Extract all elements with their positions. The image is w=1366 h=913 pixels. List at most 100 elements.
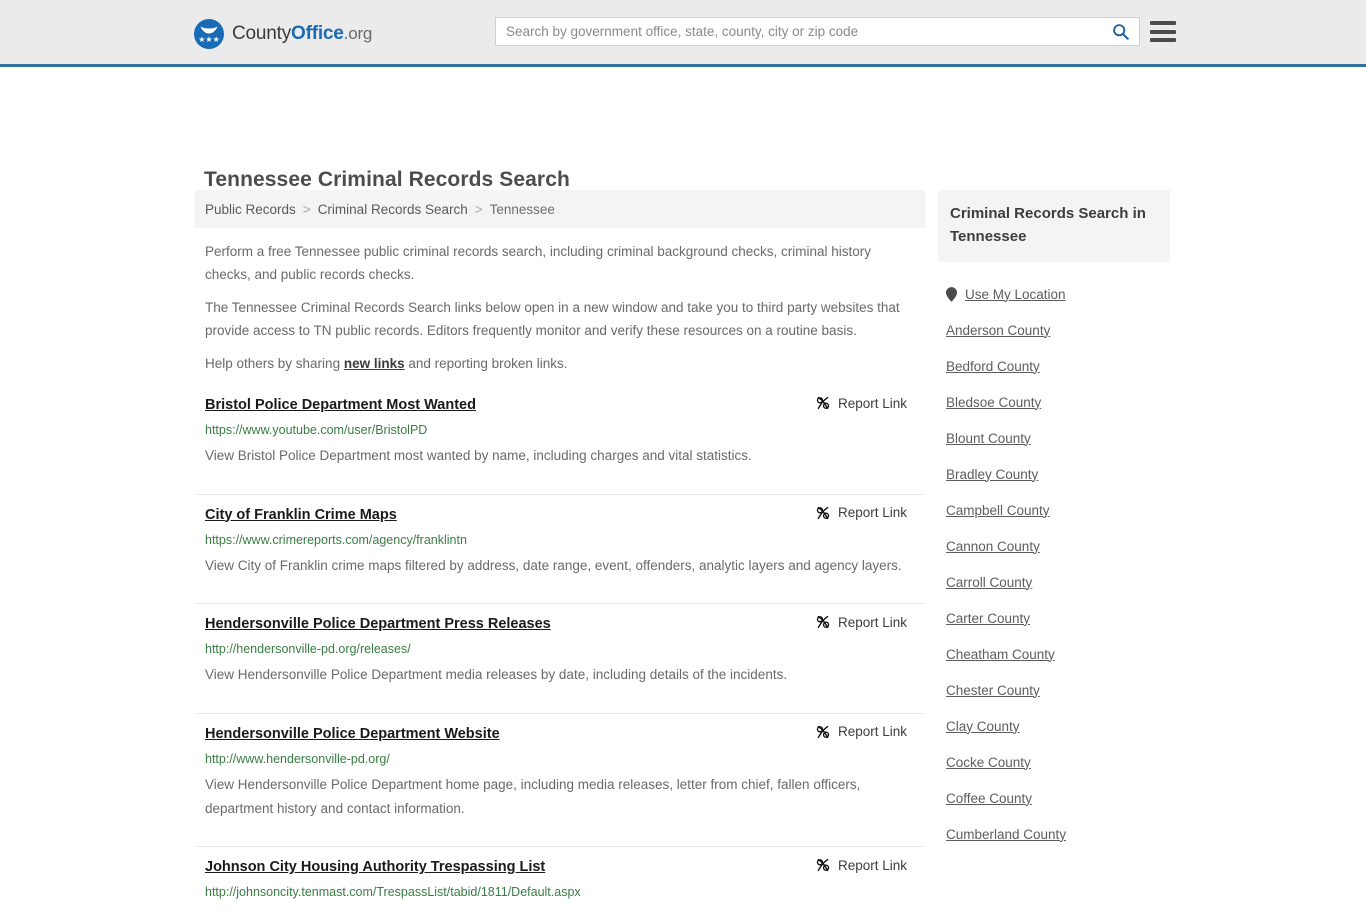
menu-bar-1 [1150, 21, 1176, 25]
result-header: Johnson City Housing Authority Trespassi… [205, 857, 915, 877]
three-stars-icon: ★★★ [198, 35, 220, 44]
sidebar-item-county[interactable]: Cocke County [938, 744, 1170, 780]
county-link[interactable]: Anderson County [946, 323, 1050, 338]
intro-paragraph-3: Help others by sharing new links and rep… [205, 352, 915, 375]
search-input[interactable] [496, 18, 1101, 45]
sidebar-heading: Criminal Records Search in Tennessee [938, 190, 1170, 262]
report-link-button[interactable]: Report Link [815, 724, 907, 740]
report-link-button[interactable]: Report Link [815, 614, 907, 630]
result-item: Hendersonville Police Department Website… [195, 714, 925, 847]
result-title-link[interactable]: Johnson City Housing Authority Trespassi… [205, 857, 545, 877]
result-title-link[interactable]: Bristol Police Department Most Wanted [205, 395, 476, 415]
site-header: ★★★ CountyOffice.org [0, 0, 1366, 67]
result-header: Bristol Police Department Most Wanted Re… [205, 395, 915, 415]
sidebar-item-county[interactable]: Coffee County [938, 780, 1170, 816]
result-url[interactable]: http://hendersonville-pd.org/releases/ [205, 641, 915, 658]
county-link[interactable]: Campbell County [946, 503, 1050, 518]
new-links-link[interactable]: new links [344, 356, 405, 371]
county-link[interactable]: Chester County [946, 683, 1040, 698]
brand-part1: County [232, 23, 292, 44]
intro-paragraph-1: Perform a free Tennessee public criminal… [205, 244, 872, 282]
page-title: Tennessee Criminal Records Search [204, 168, 570, 192]
sidebar-item-county[interactable]: Campbell County [938, 492, 1170, 528]
intro-p3-before: Help others by sharing [205, 356, 344, 371]
sidebar-item-county[interactable]: Cannon County [938, 528, 1170, 564]
report-link-label: Report Link [837, 395, 907, 411]
result-header: Hendersonville Police Department Press R… [205, 614, 915, 634]
brand-tld: .org [343, 24, 373, 43]
search-button[interactable] [1101, 18, 1139, 45]
sidebar-item-county[interactable]: Bedford County [938, 348, 1170, 384]
county-link[interactable]: Clay County [946, 719, 1020, 734]
sidebar-item-county[interactable]: Carroll County [938, 564, 1170, 600]
breadcrumb-item-public-records[interactable]: Public Records [205, 202, 296, 217]
sidebar-item-county[interactable]: Bradley County [938, 456, 1170, 492]
report-link-button[interactable]: Report Link [815, 505, 907, 521]
broken-link-icon [816, 725, 830, 738]
intro-p3-after: and reporting broken links. [404, 356, 568, 371]
sidebar: Criminal Records Search in Tennessee Use… [938, 190, 1170, 852]
result-description: View Hendersonville Police Department me… [205, 667, 788, 682]
brand-text: CountyOffice.org [232, 23, 372, 45]
sidebar-item-county[interactable]: Carter County [938, 600, 1170, 636]
menu-bar-3 [1150, 38, 1176, 42]
county-link[interactable]: Carter County [946, 611, 1030, 626]
sidebar-item-county[interactable]: Bledsoe County [938, 384, 1170, 420]
result-description: View City of Franklin crime maps filtere… [205, 557, 902, 573]
sidebar-item-county[interactable]: Cumberland County [938, 816, 1170, 852]
result-description: View Bristol Police Department most want… [205, 448, 752, 463]
result-item: Bristol Police Department Most Wanted Re… [195, 385, 925, 495]
eagle-stars-icon: ★★★ [194, 19, 224, 49]
result-title-link[interactable]: Hendersonville Police Department Website [205, 724, 500, 744]
result-header: Hendersonville Police Department Website… [205, 724, 915, 744]
county-link[interactable]: Cheatham County [946, 647, 1055, 662]
sidebar-item-county[interactable]: Blount County [938, 420, 1170, 456]
county-link[interactable]: Bedford County [946, 359, 1040, 374]
result-title-link[interactable]: City of Franklin Crime Maps [205, 505, 397, 525]
sidebar-item-county[interactable]: Chester County [938, 672, 1170, 708]
county-link[interactable]: Bledsoe County [946, 395, 1041, 410]
result-url[interactable]: http://www.hendersonville-pd.org/ [205, 751, 915, 768]
result-url[interactable]: https://www.youtube.com/user/BristolPD [205, 422, 915, 439]
report-link-label: Report Link [837, 505, 907, 520]
breadcrumb-item-criminal-records-search[interactable]: Criminal Records Search [318, 202, 468, 217]
report-link-button[interactable]: Report Link [815, 857, 907, 873]
sidebar-item-county[interactable]: Anderson County [938, 312, 1170, 348]
search-bar[interactable] [495, 17, 1140, 46]
county-link[interactable]: Bradley County [946, 467, 1038, 482]
report-link-label: Report Link [837, 614, 907, 630]
result-description: View Hendersonville Police Department ho… [205, 776, 861, 816]
hamburger-menu-icon[interactable] [1150, 19, 1176, 44]
sidebar-item-county[interactable]: Clay County [938, 708, 1170, 744]
result-item: Johnson City Housing Authority Trespassi… [195, 847, 925, 913]
result-item: Hendersonville Police Department Press R… [195, 604, 925, 714]
main-content: Public Records > Criminal Records Search… [195, 190, 925, 913]
intro-paragraph-2: The Tennessee Criminal Records Search li… [205, 300, 900, 338]
broken-link-icon [816, 506, 830, 519]
breadcrumb-separator: > [474, 201, 483, 217]
sidebar-item-use-my-location[interactable]: Use My Location [938, 276, 1170, 312]
county-link[interactable]: Cumberland County [946, 827, 1066, 842]
intro-section: Perform a free Tennessee public criminal… [195, 228, 925, 375]
broken-link-icon [816, 858, 830, 872]
use-my-location-link[interactable]: Use My Location [965, 287, 1066, 302]
result-url[interactable]: http://johnsoncity.tenmast.com/TrespassL… [205, 884, 915, 901]
site-logo[interactable]: ★★★ CountyOffice.org [194, 19, 372, 49]
county-link[interactable]: Cannon County [946, 539, 1040, 554]
broken-link-icon [816, 615, 830, 629]
result-item: City of Franklin Crime Maps Report Link … [195, 495, 925, 604]
breadcrumb-item-tennessee: Tennessee [489, 201, 555, 217]
breadcrumb-separator: > [302, 201, 311, 217]
result-title-link[interactable]: Hendersonville Police Department Press R… [205, 614, 551, 634]
county-link[interactable]: Coffee County [946, 791, 1032, 806]
result-header: City of Franklin Crime Maps Report Link [205, 505, 915, 525]
county-link[interactable]: Blount County [946, 431, 1031, 446]
sidebar-item-county[interactable]: Cheatham County [938, 636, 1170, 672]
county-link[interactable]: Carroll County [946, 575, 1032, 590]
broken-link-icon [816, 396, 830, 410]
result-url[interactable]: https://www.crimereports.com/agency/fran… [205, 532, 915, 549]
county-link[interactable]: Cocke County [946, 755, 1031, 770]
report-link-button[interactable]: Report Link [815, 395, 907, 411]
breadcrumb: Public Records > Criminal Records Search… [195, 190, 925, 228]
results-list: Bristol Police Department Most Wanted Re… [195, 385, 925, 913]
